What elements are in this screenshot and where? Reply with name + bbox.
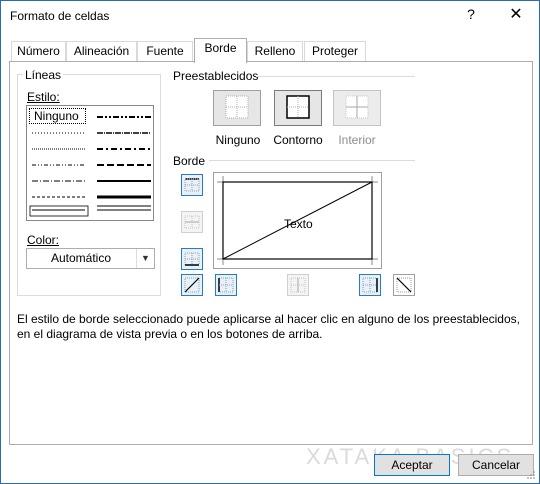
color-label: Color: [25,233,62,247]
accept-button[interactable]: Aceptar [374,454,450,476]
diagonal-down-icon [396,277,412,293]
border-group-label: Borde [171,154,208,168]
border-inside-horizontal-icon [184,215,200,229]
preset-none-icon [225,95,249,119]
preset-outline-button[interactable] [274,90,322,126]
border-right-icon [362,277,378,293]
border-bottom-button[interactable] [181,248,203,270]
close-icon[interactable]: ✕ [504,4,528,24]
border-bottom-icon [184,252,200,266]
border-divider [209,160,415,161]
border-diagonal-up-button[interactable] [181,274,203,296]
chevron-down-icon[interactable]: ▼ [136,249,154,268]
cancel-button[interactable]: Cancelar [458,454,534,476]
border-left-button[interactable] [215,274,237,296]
tab-relleno-label: Relleno [254,44,296,58]
border-top-button[interactable] [181,174,203,196]
presets-divider [256,76,415,77]
border-inside-horizontal-button[interactable] [181,211,203,233]
format-cells-dialog: Formato de celdas ? ✕ Número Alineación … [0,0,540,484]
preset-inside-button[interactable] [333,90,381,126]
diagonal-up-icon [184,277,200,293]
style-label: Estilo: [25,90,62,104]
accept-button-label: Aceptar [391,458,433,472]
tab-borde-label: Borde [204,41,237,55]
border-inside-vertical-button[interactable] [287,274,309,296]
tab-relleno[interactable]: Relleno [247,41,303,62]
tab-fuente-label: Fuente [146,44,184,58]
tab-alineacion[interactable]: Alineación [66,41,137,62]
border-preview[interactable]: Texto [213,172,382,269]
window-title: Formato de celdas [10,9,110,23]
border-top-icon [184,178,200,192]
tab-fuente[interactable]: Fuente [137,41,193,62]
tab-borde[interactable]: Borde [194,38,247,63]
presets-group-label: Preestablecidos [171,69,261,83]
preset-inside-icon [345,95,369,119]
preset-outline-icon [286,95,310,119]
border-left-icon [218,277,234,293]
help-icon[interactable]: ? [461,6,481,22]
lines-group-label: Líneas [23,68,64,82]
tab-numero[interactable]: Número [11,41,66,62]
border-diagonal-down-button[interactable] [393,274,415,296]
line-style-swatches[interactable] [27,106,153,220]
tab-alineacion-label: Alineación [73,44,130,58]
help-description: El estilo de borde seleccionado puede ap… [17,312,520,341]
border-inside-vertical-icon [290,277,306,293]
tab-numero-label: Número [17,44,60,58]
preset-inside-label: Interior [338,133,376,147]
border-right-button[interactable] [359,274,381,296]
tab-proteger-label: Proteger [311,44,359,58]
line-style-list[interactable]: Ninguno [26,105,154,221]
cancel-button-label: Cancelar [471,458,521,472]
tab-proteger[interactable]: Proteger [304,41,366,62]
preset-none-button[interactable] [213,90,261,126]
color-select[interactable]: Automático ▼ [26,248,155,269]
preview-text: Texto [284,217,313,231]
resize-grip-icon[interactable] [526,470,536,480]
title-bar: Formato de celdas ? ✕ [1,1,539,32]
color-select-value: Automático [50,251,112,265]
